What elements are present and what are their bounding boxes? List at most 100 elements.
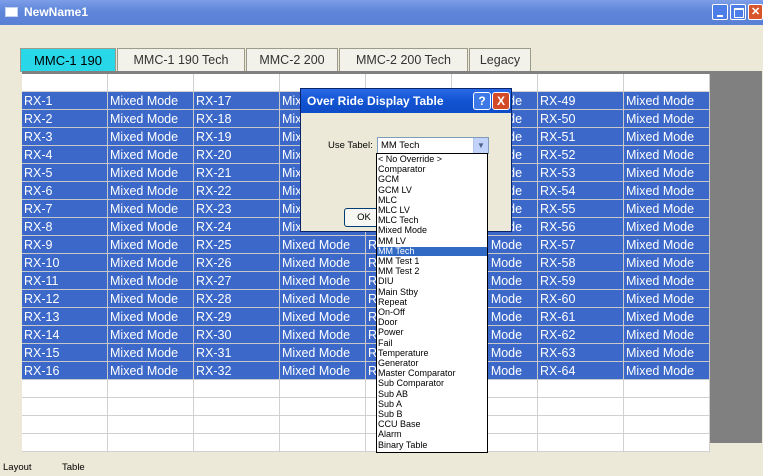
- grid-cell[interactable]: Mixed Mode: [108, 200, 194, 218]
- grid-cell[interactable]: Mixed Mode: [624, 128, 710, 146]
- grid-cell[interactable]: RX-21: [194, 164, 280, 182]
- dropdown-option[interactable]: MM Test 2: [377, 266, 487, 277]
- grid-cell[interactable]: RX-59: [538, 272, 624, 290]
- grid-cell[interactable]: RX-49: [538, 92, 624, 110]
- grid-cell[interactable]: RX-56: [538, 218, 624, 236]
- close-window-button[interactable]: ✕: [748, 4, 763, 20]
- chevron-down-icon[interactable]: ▼: [473, 138, 488, 153]
- grid-cell[interactable]: RX-22: [194, 182, 280, 200]
- grid-cell[interactable]: [280, 380, 366, 398]
- grid-cell[interactable]: [280, 416, 366, 434]
- grid-cell[interactable]: RX-30: [194, 326, 280, 344]
- grid-cell[interactable]: [624, 380, 710, 398]
- tab-mmc-1-190-tech[interactable]: MMC-1 190 Tech: [117, 48, 245, 72]
- grid-cell[interactable]: [22, 416, 108, 434]
- grid-cell[interactable]: RX-25: [194, 236, 280, 254]
- grid-cell[interactable]: RX-61: [538, 308, 624, 326]
- grid-cell[interactable]: Mixed Mode: [280, 236, 366, 254]
- grid-cell[interactable]: [108, 398, 194, 416]
- grid-cell[interactable]: Mixed Mode: [624, 218, 710, 236]
- grid-cell[interactable]: Mixed Mode: [108, 290, 194, 308]
- dialog-close-button[interactable]: X: [492, 92, 510, 110]
- grid-cell[interactable]: RX-14: [22, 326, 108, 344]
- grid-cell[interactable]: RX-24: [194, 218, 280, 236]
- dropdown-option[interactable]: Binary Table: [377, 440, 487, 451]
- grid-cell[interactable]: RX-9: [22, 236, 108, 254]
- grid-cell[interactable]: RX-4: [22, 146, 108, 164]
- grid-cell[interactable]: Mixed Mode: [108, 164, 194, 182]
- grid-cell[interactable]: Mixed Mode: [624, 92, 710, 110]
- dropdown-option[interactable]: Fail: [377, 338, 487, 349]
- grid-cell[interactable]: RX-3: [22, 128, 108, 146]
- grid-cell[interactable]: RX-5: [22, 164, 108, 182]
- grid-cell[interactable]: Mixed Mode: [108, 110, 194, 128]
- grid-cell[interactable]: [108, 380, 194, 398]
- grid-cell[interactable]: RX-54: [538, 182, 624, 200]
- dropdown-option[interactable]: MM LV: [377, 236, 487, 247]
- grid-cell[interactable]: Mixed Mode: [624, 164, 710, 182]
- grid-cell[interactable]: RX-11: [22, 272, 108, 290]
- grid-cell[interactable]: [538, 380, 624, 398]
- grid-cell[interactable]: [108, 434, 194, 452]
- dropdown-option[interactable]: DIU: [377, 277, 487, 287]
- grid-cell[interactable]: RX-27: [194, 272, 280, 290]
- grid-cell[interactable]: Mixed Mode: [280, 326, 366, 344]
- grid-cell[interactable]: [108, 416, 194, 434]
- grid-cell[interactable]: [22, 380, 108, 398]
- grid-cell[interactable]: Mixed Mode: [108, 254, 194, 272]
- grid-cell[interactable]: Mixed Mode: [108, 236, 194, 254]
- grid-cell[interactable]: [194, 398, 280, 416]
- grid-cell[interactable]: RX-20: [194, 146, 280, 164]
- grid-cell[interactable]: [280, 398, 366, 416]
- status-layout[interactable]: Layout: [3, 462, 32, 473]
- grid-cell[interactable]: Mixed Mode: [280, 272, 366, 290]
- grid-cell[interactable]: [538, 416, 624, 434]
- grid-cell[interactable]: Mixed Mode: [624, 254, 710, 272]
- grid-cell[interactable]: RX-18: [194, 110, 280, 128]
- maximize-button[interactable]: [730, 4, 746, 20]
- grid-cell[interactable]: RX-16: [22, 362, 108, 380]
- grid-cell[interactable]: RX-31: [194, 344, 280, 362]
- grid-cell[interactable]: [194, 416, 280, 434]
- grid-cell[interactable]: Mixed Mode: [624, 110, 710, 128]
- grid-cell[interactable]: Mixed Mode: [624, 236, 710, 254]
- dropdown-option[interactable]: GCM: [377, 175, 487, 185]
- grid-cell[interactable]: RX-52: [538, 146, 624, 164]
- dropdown-option[interactable]: Sub Comparator: [377, 379, 487, 389]
- grid-cell[interactable]: Mixed Mode: [280, 254, 366, 272]
- grid-cell[interactable]: RX-1: [22, 92, 108, 110]
- status-table[interactable]: Table: [62, 462, 85, 473]
- grid-cell[interactable]: Mixed Mode: [624, 290, 710, 308]
- grid-cell[interactable]: RX-12: [22, 290, 108, 308]
- grid-cell[interactable]: Mixed Mode: [108, 146, 194, 164]
- grid-cell[interactable]: [538, 74, 624, 92]
- use-table-select[interactable]: MM Tech ▼: [377, 137, 489, 154]
- grid-cell[interactable]: RX-60: [538, 290, 624, 308]
- grid-cell[interactable]: [194, 434, 280, 452]
- grid-cell[interactable]: RX-7: [22, 200, 108, 218]
- grid-cell[interactable]: Mixed Mode: [108, 362, 194, 380]
- grid-cell[interactable]: RX-15: [22, 344, 108, 362]
- grid-cell[interactable]: Mixed Mode: [280, 308, 366, 326]
- grid-cell[interactable]: RX-64: [538, 362, 624, 380]
- grid-cell[interactable]: RX-28: [194, 290, 280, 308]
- grid-cell[interactable]: Mixed Mode: [108, 92, 194, 110]
- grid-cell[interactable]: RX-29: [194, 308, 280, 326]
- grid-cell[interactable]: [624, 416, 710, 434]
- grid-cell[interactable]: Mixed Mode: [280, 362, 366, 380]
- grid-cell[interactable]: RX-23: [194, 200, 280, 218]
- grid-cell[interactable]: Mixed Mode: [624, 308, 710, 326]
- grid-cell[interactable]: RX-13: [22, 308, 108, 326]
- grid-cell[interactable]: RX-63: [538, 344, 624, 362]
- grid-cell[interactable]: RX-32: [194, 362, 280, 380]
- grid-cell[interactable]: RX-17: [194, 92, 280, 110]
- tab-mmc-2-200[interactable]: MMC-2 200: [246, 48, 338, 72]
- grid-cell[interactable]: Mixed Mode: [280, 290, 366, 308]
- dropdown-option[interactable]: Sub AB: [377, 389, 487, 400]
- tab-mmc-1-190[interactable]: MMC-1 190: [20, 48, 116, 72]
- grid-cell[interactable]: RX-26: [194, 254, 280, 272]
- grid-cell[interactable]: [22, 434, 108, 452]
- grid-cell[interactable]: RX-53: [538, 164, 624, 182]
- grid-cell[interactable]: [538, 398, 624, 416]
- grid-cell[interactable]: [538, 434, 624, 452]
